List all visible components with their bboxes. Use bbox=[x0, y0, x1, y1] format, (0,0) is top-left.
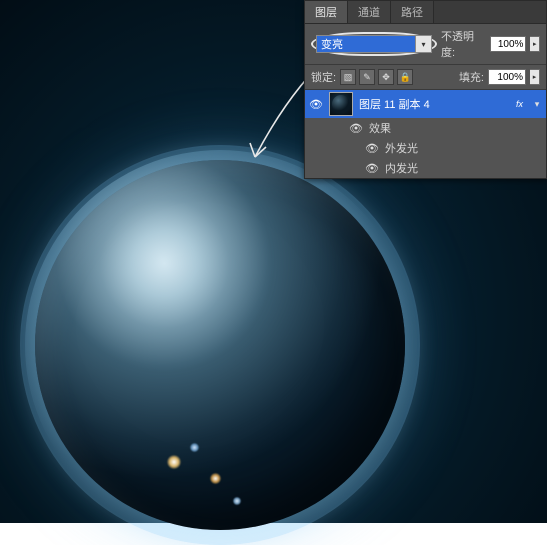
layer-row-selected[interactable]: 👁 图层 11 副本 4 fx ▾ bbox=[305, 90, 546, 118]
visibility-eye-icon[interactable]: 👁 bbox=[349, 121, 363, 135]
lock-label: 锁定: bbox=[311, 69, 336, 85]
lens-flare bbox=[167, 455, 181, 469]
layers-list: 👁 图层 11 副本 4 fx ▾ 👁 效果 👁 外发光 👁 内发光 bbox=[305, 89, 546, 178]
lock-position-icon[interactable]: ✥ bbox=[378, 69, 394, 85]
lens-flare bbox=[210, 473, 221, 484]
tab-layers[interactable]: 图层 bbox=[305, 1, 348, 23]
fill-label: 填充: bbox=[459, 69, 484, 85]
effect-name-label: 外发光 bbox=[385, 140, 542, 156]
layer-name-label[interactable]: 图层 11 副本 4 bbox=[359, 96, 507, 112]
layers-panel: 图层 通道 路径 变亮 ▾ 不透明度: 100% ▸ 锁定: ▧ ✎ ✥ 🔒 填… bbox=[304, 0, 547, 179]
panel-tabs: 图层 通道 路径 bbox=[305, 1, 546, 24]
lens-flare bbox=[190, 443, 199, 452]
opacity-dropdown-icon[interactable]: ▸ bbox=[530, 36, 540, 52]
effect-inner-glow-row[interactable]: 👁 内发光 bbox=[305, 158, 546, 178]
effect-name-label: 内发光 bbox=[385, 160, 542, 176]
blend-opacity-row: 变亮 ▾ 不透明度: 100% ▸ bbox=[305, 24, 546, 64]
lock-pixels-icon[interactable]: ✎ bbox=[359, 69, 375, 85]
tab-paths[interactable]: 路径 bbox=[391, 1, 434, 23]
lock-all-icon[interactable]: 🔒 bbox=[397, 69, 413, 85]
effect-outer-glow-row[interactable]: 👁 外发光 bbox=[305, 138, 546, 158]
layer-thumbnail[interactable] bbox=[329, 92, 353, 116]
opacity-input[interactable]: 100% bbox=[490, 36, 527, 52]
lock-transparency-icon[interactable]: ▧ bbox=[340, 69, 356, 85]
lens-flare bbox=[233, 497, 241, 505]
blend-mode-dropdown-icon[interactable]: ▾ bbox=[416, 35, 432, 53]
fx-badge[interactable]: fx bbox=[513, 99, 526, 109]
visibility-eye-icon[interactable]: 👁 bbox=[365, 141, 379, 155]
lock-fill-row: 锁定: ▧ ✎ ✥ 🔒 填充: 100% ▸ bbox=[305, 64, 546, 89]
visibility-eye-icon[interactable]: 👁 bbox=[309, 97, 323, 111]
fill-input[interactable]: 100% bbox=[488, 69, 526, 85]
blend-mode-highlight: 变亮 ▾ bbox=[311, 32, 437, 56]
fill-dropdown-icon[interactable]: ▸ bbox=[530, 69, 540, 85]
effects-twisty-icon[interactable]: ▾ bbox=[532, 99, 542, 110]
opacity-label: 不透明度: bbox=[441, 28, 486, 60]
visibility-eye-icon[interactable]: 👁 bbox=[365, 161, 379, 175]
effects-group-row[interactable]: 👁 效果 bbox=[305, 118, 546, 138]
effects-label: 效果 bbox=[369, 120, 542, 136]
tab-channels[interactable]: 通道 bbox=[348, 1, 391, 23]
blend-mode-select[interactable]: 变亮 bbox=[316, 35, 416, 53]
lock-icons-group: ▧ ✎ ✥ 🔒 bbox=[340, 69, 413, 85]
